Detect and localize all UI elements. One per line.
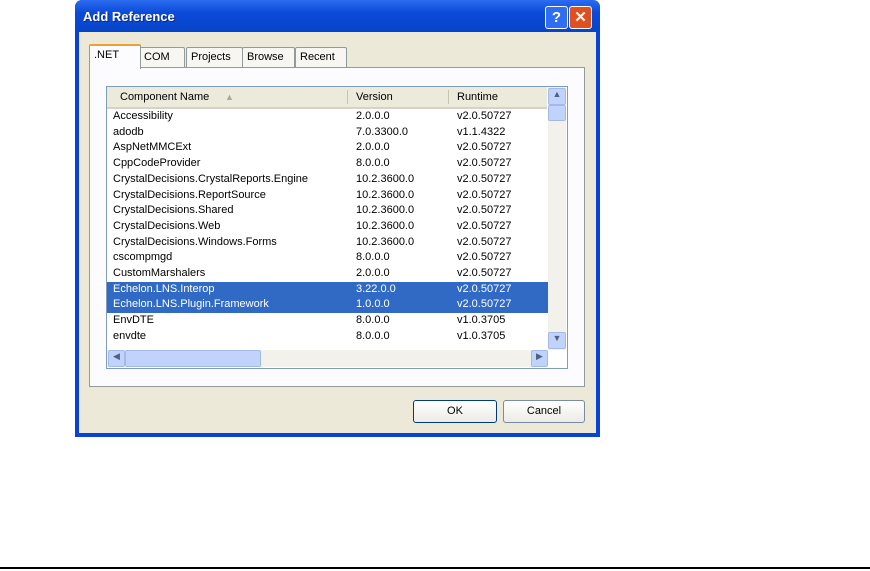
runtime: v2.0.50727 — [457, 110, 512, 122]
list-item[interactable]: CrystalDecisions.Shared 10.2.3600.0 v2.0.5… — [107, 203, 548, 219]
cancel-button[interactable]: Cancel — [503, 400, 585, 423]
list-item[interactable]: EnvDTE 8.0.0.0 v1.0.3705 — [107, 313, 548, 329]
list-item[interactable]: CrystalDecisions.Web 10.2.3600.0 v2.0.5072… — [107, 219, 548, 235]
list-item[interactable]: Echelon.LNS.Plugin.Framework 1.0.0.0 v2.0.… — [107, 297, 548, 314]
runtime: v2.0.50727 — [457, 141, 512, 154]
runtime: v2.0.50727 — [457, 282, 512, 295]
component-name: CustomMarshalers — [113, 267, 206, 279]
runtime: v2.0.50727 — [457, 251, 512, 264]
runtime: v1.1.4322 — [457, 125, 506, 138]
horizontal-scrollbar[interactable]: ◀ ▶ — [107, 350, 548, 367]
version: 7.0.3300.0 — [356, 125, 408, 138]
component-name: CrystalDecisions.Shared — [113, 204, 234, 217]
runtime: v2.0.50727 — [457, 172, 512, 185]
list-item[interactable]: Echelon.LNS.Interop 3.22.0.0 v2.0.50727 — [107, 281, 548, 298]
version: 8.0.0.0 — [356, 329, 390, 342]
runtime: v2.0.50727 — [457, 204, 512, 217]
column-header-runtime[interactable]: Runtime — [457, 91, 498, 103]
add-reference-dialog: Add Reference ? ✕ .NET COM Projects Brow… — [75, 0, 600, 437]
tab-panel: Component Name ▲ Version Runtime Accessi… — [89, 67, 585, 387]
runtime: v2.0.50727 — [457, 188, 512, 201]
tab-browse[interactable]: Browse — [242, 47, 295, 67]
version: 10.2.3600.0 — [356, 172, 415, 185]
runtime: v2.0.50727 — [457, 219, 512, 232]
version: 3.22.0.0 — [356, 282, 396, 295]
divider-line — [0, 567, 870, 569]
scroll-right-icon[interactable]: ▶ — [531, 350, 548, 367]
component-name: adodb — [113, 125, 144, 138]
component-name: Echelon.LNS.Plugin.Framework — [113, 298, 269, 311]
list-item[interactable]: cscompmgd 8.0.0.0 v2.0.50727 — [107, 250, 548, 266]
tab-com[interactable]: COM — [139, 47, 185, 67]
version: 10.2.3600.0 — [356, 219, 415, 232]
component-name: CrystalDecisions.Windows.Forms — [113, 235, 277, 248]
ok-button[interactable]: OK — [413, 400, 497, 423]
version: 10.2.3600.0 — [356, 235, 415, 248]
version: 2.0.0.0 — [356, 267, 390, 279]
runtime: v2.0.50727 — [457, 298, 512, 311]
version: 1.0.0.0 — [356, 298, 390, 311]
component-name: cscompmgd — [113, 251, 173, 264]
dialog-client: .NET COM Projects Browse Recent Componen… — [79, 32, 596, 433]
component-name: CrystalDecisions.ReportSource — [113, 188, 266, 201]
version: 8.0.0.0 — [356, 314, 390, 327]
component-name: CrystalDecisions.CrystalReports.Engine — [113, 172, 309, 185]
scroll-left-icon[interactable]: ◀ — [108, 350, 125, 367]
version: 8.0.0.0 — [356, 251, 390, 264]
tab-net[interactable]: .NET — [89, 44, 141, 69]
version: 2.0.0.0 — [356, 141, 390, 154]
scroll-down-icon[interactable]: ▼ — [548, 332, 566, 349]
list-item[interactable]: Accessibility 2.0.0.0 v2.0.50727 — [107, 109, 548, 125]
list-item[interactable]: CrystalDecisions.ReportSource 10.2.3600.0… — [107, 188, 548, 204]
help-button[interactable]: ? — [545, 6, 568, 29]
sort-ascending-icon: ▲ — [225, 92, 234, 102]
component-list[interactable]: Component Name ▲ Version Runtime Accessi… — [106, 86, 568, 369]
runtime: v2.0.50727 — [457, 157, 512, 170]
close-button[interactable]: ✕ — [569, 6, 592, 29]
component-name: AspNetMMCExt — [113, 141, 192, 154]
dialog-title: Add Reference — [83, 9, 175, 24]
version: 10.2.3600.0 — [356, 204, 415, 217]
runtime: v2.0.50727 — [457, 267, 512, 279]
component-name: envdte — [113, 329, 147, 342]
component-name: Echelon.LNS.Interop — [113, 282, 215, 295]
column-header-name[interactable]: Component Name — [120, 91, 209, 103]
version: 10.2.3600.0 — [356, 188, 415, 201]
scroll-up-icon[interactable]: ▲ — [548, 88, 566, 105]
component-name: CrystalDecisions.Web — [113, 219, 221, 232]
list-item[interactable]: CrystalDecisions.CrystalReports.Engine 10… — [107, 172, 548, 188]
list-item[interactable]: CustomMarshalers 2.0.0.0 v2.0.50727 — [107, 266, 548, 282]
title-bar[interactable]: Add Reference ? ✕ — [75, 0, 600, 32]
list-item[interactable]: AspNetMMCExt 2.0.0.0 v2.0.50727 — [107, 140, 548, 156]
column-header-version[interactable]: Version — [356, 91, 393, 103]
runtime: v2.0.50727 — [457, 235, 512, 248]
version: 2.0.0.0 — [356, 110, 390, 122]
component-name: Accessibility — [113, 110, 173, 122]
horizontal-scroll-thumb[interactable] — [125, 350, 261, 367]
tab-recent[interactable]: Recent — [295, 47, 347, 67]
version: 8.0.0.0 — [356, 157, 390, 170]
runtime: v1.0.3705 — [457, 314, 506, 327]
vertical-scrollbar[interactable]: ▲ ▼ — [548, 87, 566, 350]
list-item[interactable]: CppCodeProvider 8.0.0.0 v2.0.50727 — [107, 156, 548, 172]
vertical-scroll-thumb[interactable] — [548, 105, 566, 121]
list-item[interactable]: adodb 7.0.3300.0 v1.1.4322 — [107, 125, 548, 141]
runtime: v1.0.3705 — [457, 329, 506, 342]
component-name: EnvDTE — [113, 314, 154, 327]
tab-projects[interactable]: Projects — [186, 47, 243, 67]
list-item[interactable]: envdte 8.0.0.0 v1.0.3705 — [107, 329, 548, 345]
component-name: CppCodeProvider — [113, 157, 201, 170]
list-header: Component Name ▲ Version Runtime — [107, 87, 547, 109]
list-item[interactable]: CrystalDecisions.Windows.Forms 10.2.3600.… — [107, 235, 548, 251]
